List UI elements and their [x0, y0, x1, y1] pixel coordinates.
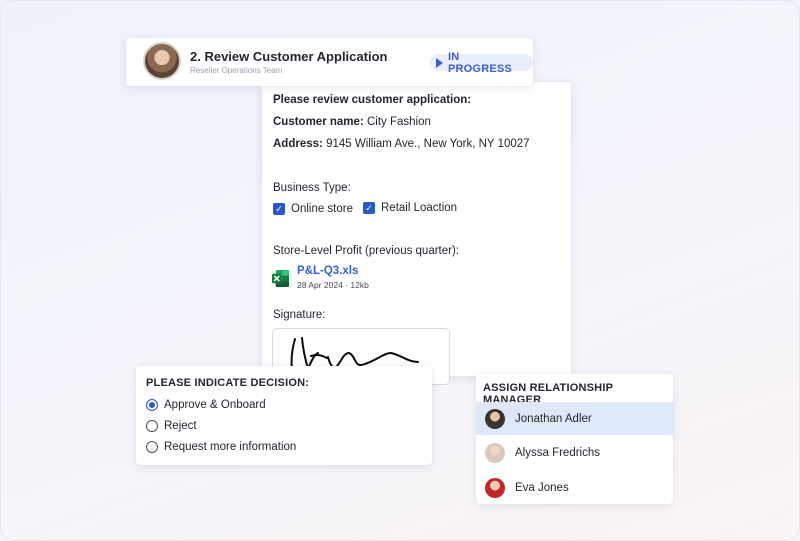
manager-option-eva-jones[interactable]: Eva Jones [476, 471, 673, 504]
decision-option-request-info[interactable]: Request more information [146, 439, 296, 455]
signature-label: Signature: [273, 309, 326, 321]
manager-option-jonathan-adler[interactable]: Jonathan Adler [476, 402, 673, 435]
decision-option-label: Approve & Onboard [164, 399, 266, 411]
customer-name-row: Customer name: City Fashion [273, 116, 431, 128]
task-header-card: 2. Review Customer Application Reseller … [126, 38, 533, 86]
manager-name: Jonathan Adler [515, 412, 592, 425]
status-badge: IN PROGRESS [430, 51, 533, 75]
decision-panel: PLEASE INDICATE DECISION: Approve & Onbo… [136, 366, 432, 465]
business-type-label: Business Type: [273, 182, 351, 194]
retail-location-label: Retail Loaction [381, 202, 458, 214]
manager-name: Alyssa Fredrichs [515, 446, 600, 459]
checkmark-icon: ✓ [365, 202, 373, 213]
customer-name-label: Customer name: [273, 116, 364, 128]
avatar [485, 408, 505, 429]
profit-label: Store-Level Profit (previous quarter): [273, 245, 459, 257]
radio-button[interactable] [146, 441, 158, 453]
application-form: Please review customer application: Cust… [262, 82, 571, 385]
decision-option-reject[interactable]: Reject [146, 418, 197, 434]
online-store-label: Online store [291, 203, 354, 215]
excel-file-icon[interactable] [271, 269, 290, 288]
decision-option-approve[interactable]: Approve & Onboard [146, 397, 266, 413]
file-meta: 28 Apr 2024 · 12kb [297, 280, 369, 290]
avatar [485, 442, 505, 463]
task-title: 2. Review Customer Application [190, 49, 388, 64]
decision-title: PLEASE INDICATE DECISION: [146, 377, 310, 389]
form-intro: Please review customer application: [273, 94, 472, 106]
assignee-avatar [143, 42, 181, 80]
decision-option-label: Reject [164, 420, 197, 432]
online-store-checkbox[interactable]: ✓ [273, 203, 285, 215]
file-link[interactable]: P&L-Q3.xls [297, 265, 358, 277]
status-label: IN PROGRESS [448, 50, 512, 75]
manager-option-alyssa-fredrichs[interactable]: Alyssa Fredrichs [476, 436, 673, 469]
play-icon [436, 57, 443, 68]
address-row: Address: 9145 William Ave., New York, NY… [273, 138, 530, 150]
manager-name: Eva Jones [515, 481, 569, 494]
assign-manager-panel: ASSIGN RELATIONSHIP MANAGER Jonathan Adl… [476, 374, 673, 504]
customer-name-value: City Fashion [366, 116, 431, 128]
checkmark-icon: ✓ [275, 203, 283, 214]
address-label: Address: [273, 138, 323, 150]
decision-option-label: Request more information [164, 441, 297, 453]
retail-location-checkbox[interactable]: ✓ [363, 202, 375, 214]
radio-button[interactable] [146, 420, 158, 432]
avatar [485, 477, 505, 498]
address-value: 9145 William Ave., New York, NY 10027 [326, 138, 530, 150]
task-team: Reseller Operations Team [190, 66, 283, 75]
radio-button[interactable] [146, 399, 158, 411]
